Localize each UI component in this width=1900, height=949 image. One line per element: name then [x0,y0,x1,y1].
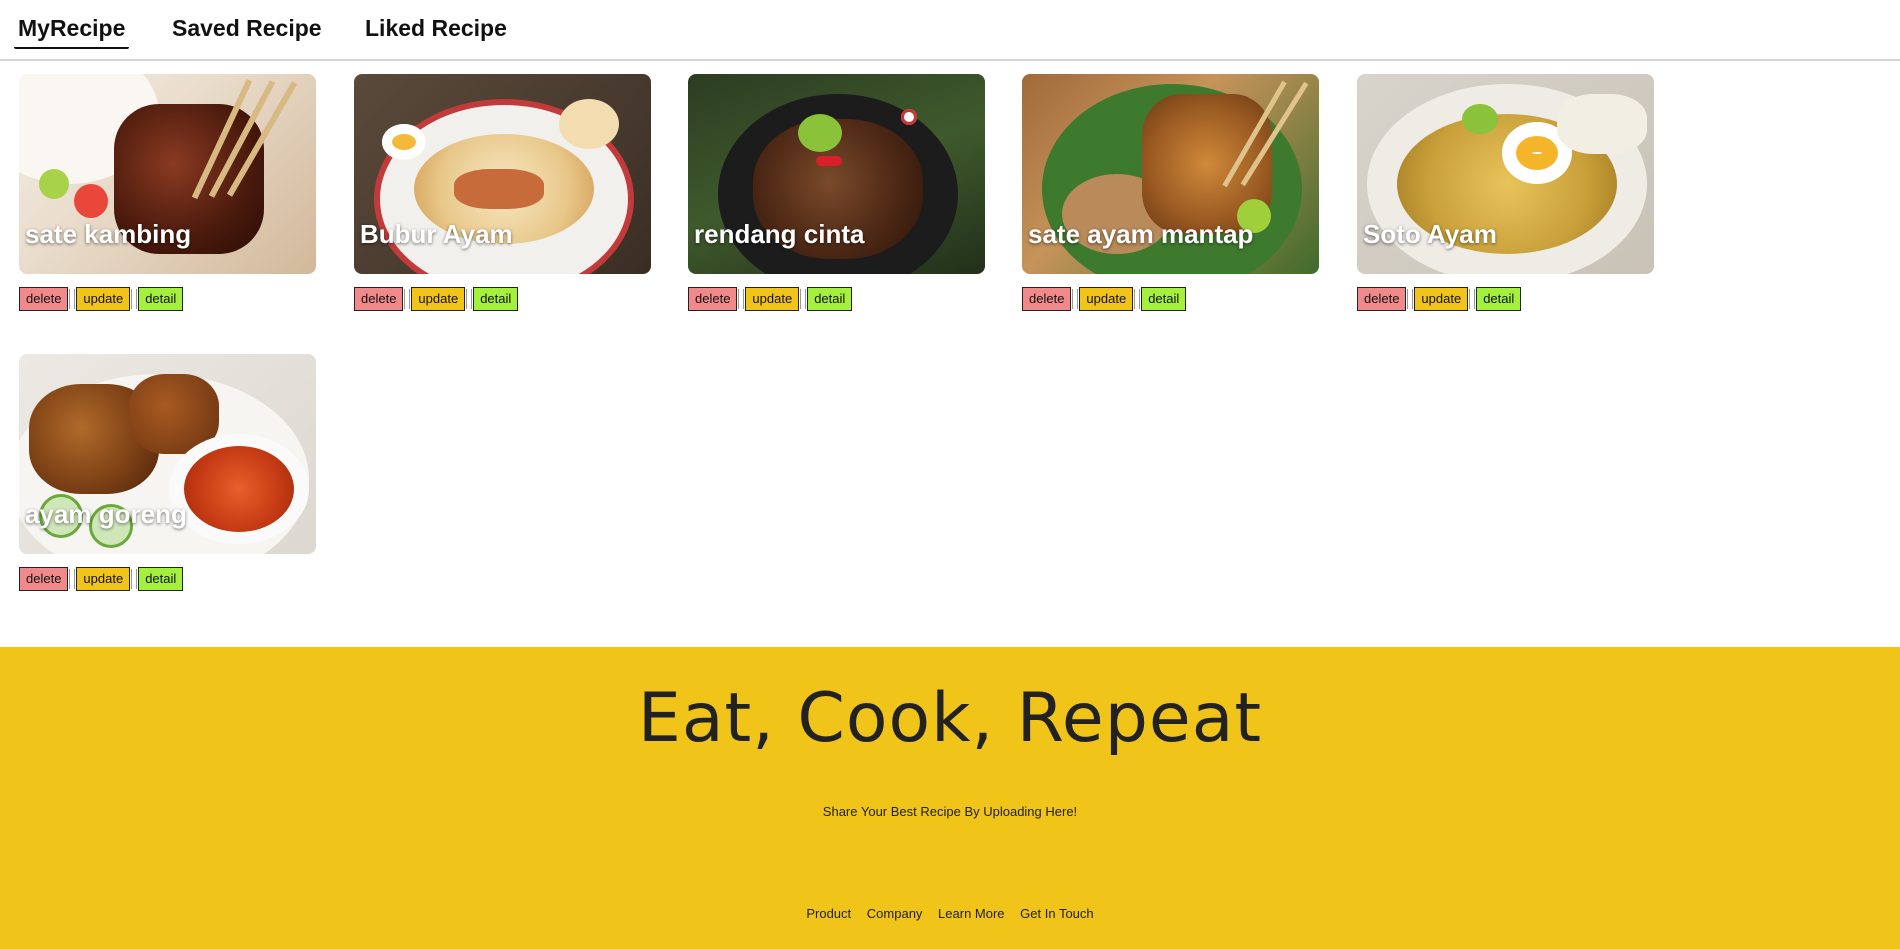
tab-myrecipe[interactable]: MyRecipe [14,15,130,49]
recipe-card[interactable]: Soto Ayam delete update detail [1357,74,1654,311]
recipe-actions: delete update detail [19,287,184,311]
recipe-card[interactable]: sate ayam mantap delete update detail [1022,74,1319,311]
recipe-title: Bubur Ayam [360,219,513,249]
recipe-image[interactable]: Soto Ayam [1357,74,1654,274]
update-button[interactable]: update [745,287,800,311]
recipe-actions: delete update detail [19,567,184,591]
divider [69,289,76,309]
footer-links: Product Company Learn More Get In Touch [0,906,1900,921]
delete-button[interactable]: delete [19,567,69,591]
recipe-image[interactable]: Bubur Ayam [354,74,651,274]
update-button[interactable]: update [76,287,131,311]
divider [1134,289,1141,309]
divider [131,569,138,589]
divider [404,289,411,309]
footer-link-company[interactable]: Company [867,906,923,921]
recipe-card[interactable]: sate kambing delete update detail [19,74,316,311]
recipe-title: sate ayam mantap [1028,219,1254,249]
detail-button[interactable]: detail [138,287,184,311]
divider [466,289,473,309]
footer-title: Eat, Cook, Repeat [637,679,1263,758]
detail-button[interactable]: detail [1141,287,1187,311]
recipe-image[interactable]: sate ayam mantap [1022,74,1319,274]
divider [1407,289,1414,309]
tab-saved-recipe[interactable]: Saved Recipe [172,15,322,49]
update-button[interactable]: update [1079,287,1134,311]
recipe-title: rendang cinta [694,219,865,249]
delete-button[interactable]: delete [354,287,404,311]
delete-button[interactable]: delete [688,287,738,311]
update-button[interactable]: update [1414,287,1469,311]
update-button[interactable]: update [411,287,466,311]
detail-button[interactable]: detail [473,287,519,311]
divider [738,289,745,309]
divider [69,569,76,589]
update-button[interactable]: update [76,567,131,591]
recipe-image[interactable]: ayam goreng [19,354,316,554]
recipe-title: sate kambing [25,219,192,249]
detail-button[interactable]: detail [138,567,184,591]
recipe-actions: delete update detail [688,287,853,311]
divider [131,289,138,309]
detail-button[interactable]: detail [807,287,853,311]
recipe-card[interactable]: ayam goreng delete update detail [19,354,316,591]
recipe-actions: delete update detail [1357,287,1522,311]
recipe-title: Soto Ayam [1363,219,1497,249]
footer-link-learn-more[interactable]: Learn More [938,906,1004,921]
delete-button[interactable]: delete [1022,287,1072,311]
recipe-image[interactable]: sate kambing [19,74,316,274]
tab-liked-recipe[interactable]: Liked Recipe [365,15,507,49]
delete-button[interactable]: delete [1357,287,1407,311]
delete-button[interactable]: delete [19,287,69,311]
divider [1469,289,1476,309]
footer: Eat, Cook, Repeat Share Your Best Recipe… [0,647,1900,949]
tab-bar: MyRecipe Saved Recipe Liked Recipe [0,0,1900,61]
recipe-title: ayam goreng [25,499,187,529]
footer-link-product[interactable]: Product [806,906,851,921]
detail-button[interactable]: detail [1476,287,1522,311]
divider [1072,289,1079,309]
divider [800,289,807,309]
footer-subtitle: Share Your Best Recipe By Uploading Here… [822,804,1078,819]
recipe-card[interactable]: rendang cinta delete update detail [688,74,985,311]
recipe-actions: delete update detail [1022,287,1187,311]
recipe-actions: delete update detail [354,287,519,311]
recipe-card[interactable]: Bubur Ayam delete update detail [354,74,651,311]
recipe-image[interactable]: rendang cinta [688,74,985,274]
footer-link-get-in-touch[interactable]: Get In Touch [1020,906,1093,921]
